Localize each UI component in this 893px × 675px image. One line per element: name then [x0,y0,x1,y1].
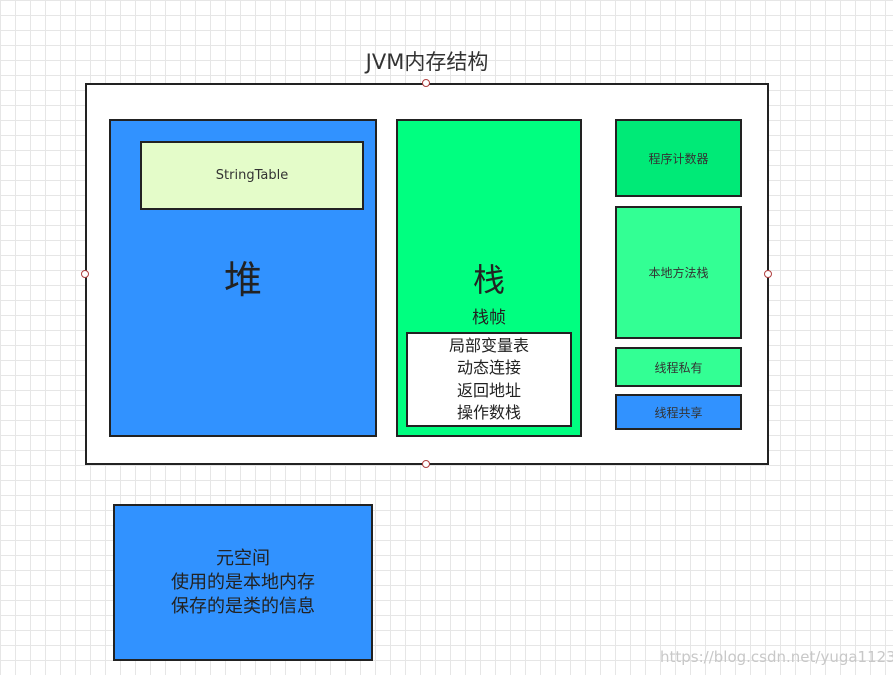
metaspace-line-class-info: 保存的是类的信息 [171,595,315,617]
diagram-title: JVM内存结构 [365,50,489,74]
legend-thread-private-label: 线程私有 [654,360,703,375]
legend-thread-shared-label: 线程共享 [654,405,703,420]
frame-item-dynamic-linking: 动态连接 [456,358,521,377]
frame-item-operand-stack: 操作数栈 [456,403,521,422]
program-counter-box[interactable]: 程序计数器 [615,119,742,197]
resize-handle-bottom[interactable] [422,460,430,468]
stack-frame-box[interactable]: 局部变量表 动态连接 返回地址 操作数栈 [406,332,572,427]
resize-handle-left[interactable] [81,270,89,278]
frame-item-local-variables: 局部变量表 [448,335,529,355]
watermark-text: https://blog.csdn.net/yuga1123 [660,648,893,666]
metaspace-line-native-memory: 使用的是本地内存 [171,571,315,593]
stack-frame-label: 栈帧 [472,308,506,328]
metaspace-title: 元空间 [216,547,270,569]
string-table-label: StringTable [215,168,289,183]
program-counter-label: 程序计数器 [648,151,709,166]
resize-handle-right[interactable] [764,270,772,278]
string-table-box[interactable]: StringTable [140,141,364,210]
metaspace-box[interactable]: 元空间 使用的是本地内存 保存的是类的信息 [113,504,373,661]
native-method-stack-box[interactable]: 本地方法栈 [615,206,742,339]
native-method-stack-label: 本地方法栈 [648,266,709,280]
resize-handle-top[interactable] [422,79,430,87]
frame-item-return-address: 返回地址 [456,380,521,400]
legend-thread-private[interactable]: 线程私有 [615,347,742,387]
heap-label: 堆 [223,258,262,302]
legend-thread-shared[interactable]: 线程共享 [615,394,742,430]
stack-label: 栈 [472,261,505,299]
